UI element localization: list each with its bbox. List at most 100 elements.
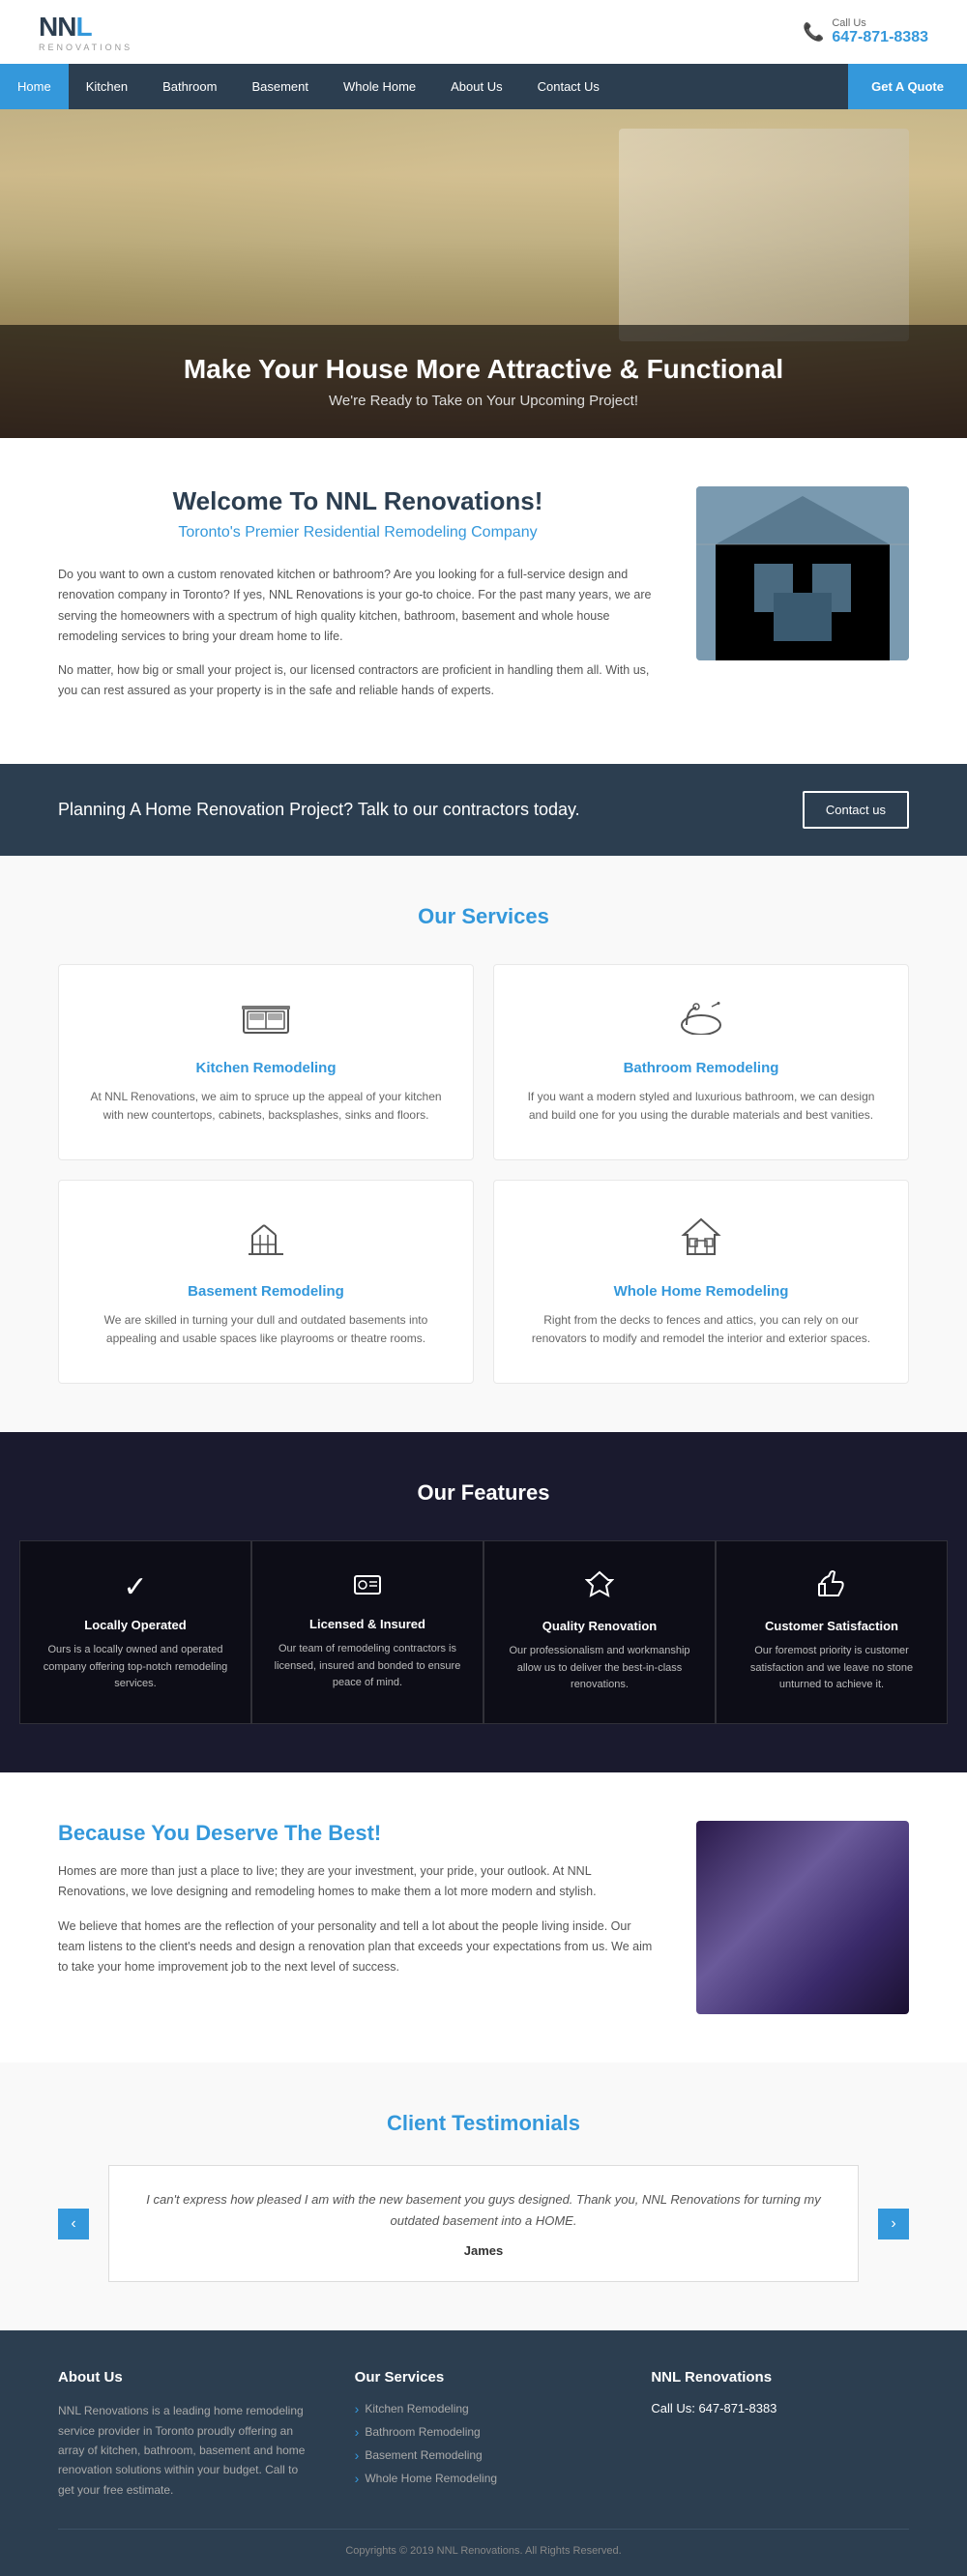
bathroom-desc: If you want a modern styled and luxuriou… [523,1088,879,1125]
footer-link-whole-home[interactable]: Whole Home Remodeling [355,2471,613,2486]
feature-licensed: Licensed & Insured Our team of remodelin… [251,1540,484,1724]
services-section: Our Services Kitchen Remodeling At NNL R… [0,856,967,1433]
kitchen-title: Kitchen Remodeling [88,1060,444,1076]
footer: About Us NNL Renovations is a leading ho… [0,2330,967,2576]
nav-home[interactable]: Home [0,64,69,109]
deserve-text: Because You Deserve The Best! Homes are … [58,1821,658,1991]
hero-title: Make Your House More Attractive & Functi… [39,354,928,385]
contact-us-button[interactable]: Contact us [803,791,909,829]
call-label: Call Us [832,17,928,29]
feature-locally-operated: ✓ Locally Operated Ours is a locally own… [19,1540,251,1724]
footer-link-basement[interactable]: Basement Remodeling [355,2447,613,2463]
feature-satisfaction: Customer Satisfaction Our foremost prior… [716,1540,948,1724]
feature-satisfaction-title: Customer Satisfaction [736,1619,927,1633]
nav-kitchen[interactable]: Kitchen [69,64,145,109]
deserve-para-2: We believe that homes are the reflection… [58,1917,658,1978]
phone-icon: 📞 [803,22,824,43]
welcome-image [696,486,909,660]
feature-licensed-title: Licensed & Insured [272,1617,463,1631]
logo-text: NNL [39,12,132,43]
welcome-section: Welcome To NNL Renovations! Toronto's Pr… [0,438,967,764]
get-quote-button[interactable]: Get A Quote [848,64,967,109]
service-whole-home: Whole Home Remodeling Right from the dec… [493,1180,909,1384]
quality-icon [504,1570,695,1605]
hero-subtitle: We're Ready to Take on Your Upcoming Pro… [39,393,928,409]
basement-desc: We are skilled in turning your dull and … [88,1311,444,1348]
interior-image [696,1821,909,2014]
features-section: Our Features ✓ Locally Operated Ours is … [0,1432,967,1772]
testimonials-title: Client Testimonials [58,2111,909,2136]
whole-home-title: Whole Home Remodeling [523,1283,879,1300]
footer-contact-title: NNL Renovations [651,2369,909,2386]
building-image [696,486,909,660]
testimonial-name: James [138,2243,829,2258]
copyright-text: Copyrights © 2019 NNL Renovations. All R… [58,2545,909,2557]
nav-bathroom[interactable]: Bathroom [145,64,234,109]
testimonial-wrapper: ‹ I can't express how pleased I am with … [58,2165,909,2282]
kitchen-icon [88,1000,444,1044]
call-number: 647-871-8383 [832,29,928,46]
feature-locally-title: Locally Operated [40,1618,231,1632]
service-bathroom: Bathroom Remodeling If you want a modern… [493,964,909,1160]
footer-link-bathroom[interactable]: Bathroom Remodeling [355,2424,613,2440]
testimonial-card: I can't express how pleased I am with th… [108,2165,859,2282]
testimonial-text: I can't express how pleased I am with th… [138,2189,829,2232]
main-nav: Home Kitchen Bathroom Basement Whole Hom… [0,64,967,109]
testimonials-section: Client Testimonials ‹ I can't express ho… [0,2063,967,2330]
thumbsup-icon [736,1570,927,1605]
bathroom-icon [523,1000,879,1044]
footer-grid: About Us NNL Renovations is a leading ho… [58,2369,909,2500]
feature-satisfaction-desc: Our foremost priority is customer satisf… [736,1643,927,1694]
nav-whole-home[interactable]: Whole Home [326,64,433,109]
welcome-text: Welcome To NNL Renovations! Toronto's Pr… [58,486,658,716]
nav-basement[interactable]: Basement [234,64,326,109]
footer-link-kitchen[interactable]: Kitchen Remodeling [355,2401,613,2416]
deserve-title: Because You Deserve The Best! [58,1821,658,1846]
next-testimonial-button[interactable]: › [878,2209,909,2239]
feature-quality-title: Quality Renovation [504,1619,695,1633]
footer-services-col: Our Services Kitchen Remodeling Bathroom… [355,2369,613,2500]
deserve-para-1: Homes are more than just a place to live… [58,1861,658,1903]
welcome-title: Welcome To NNL Renovations! [58,486,658,516]
footer-services-title: Our Services [355,2369,613,2386]
call-area: 📞 Call Us 647-871-8383 [803,17,928,46]
footer-about-col: About Us NNL Renovations is a leading ho… [58,2369,316,2500]
footer-phone: Call Us: 647-871-8383 [651,2401,909,2415]
licensed-icon [272,1570,463,1603]
features-title: Our Features [0,1480,967,1506]
logo: NNL RENOVATIONS [39,12,132,52]
basement-icon [88,1215,444,1268]
feature-quality-desc: Our professionalism and workmanship allo… [504,1643,695,1694]
top-header: NNL RENOVATIONS 📞 Call Us 647-871-8383 [0,0,967,64]
footer-about-title: About Us [58,2369,316,2386]
cta-banner: Planning A Home Renovation Project? Talk… [0,764,967,856]
footer-contact-col: NNL Renovations Call Us: 647-871-8383 [651,2369,909,2500]
service-kitchen: Kitchen Remodeling At NNL Renovations, w… [58,964,474,1160]
nav-contact[interactable]: Contact Us [520,64,617,109]
welcome-para-2: No matter, how big or small your project… [58,660,658,702]
whole-home-icon [523,1215,879,1268]
whole-home-desc: Right from the decks to fences and attic… [523,1311,879,1348]
cta-text: Planning A Home Renovation Project? Talk… [58,800,580,820]
prev-testimonial-button[interactable]: ‹ [58,2209,89,2239]
nav-about[interactable]: About Us [433,64,519,109]
feature-locally-desc: Ours is a locally owned and operated com… [40,1642,231,1693]
footer-about-text: NNL Renovations is a leading home remode… [58,2401,316,2500]
logo-sub: RENOVATIONS [39,43,132,52]
kitchen-desc: At NNL Renovations, we aim to spruce up … [88,1088,444,1125]
features-grid: ✓ Locally Operated Ours is a locally own… [0,1540,967,1724]
bathroom-title: Bathroom Remodeling [523,1060,879,1076]
feature-licensed-desc: Our team of remodeling contractors is li… [272,1641,463,1692]
hero-overlay: Make Your House More Attractive & Functi… [0,325,967,438]
services-grid: Kitchen Remodeling At NNL Renovations, w… [58,964,909,1385]
nav-links: Home Kitchen Bathroom Basement Whole Hom… [0,64,848,109]
deserve-image [696,1821,909,2014]
welcome-subtitle: Toronto's Premier Residential Remodeling… [58,524,658,542]
basement-title: Basement Remodeling [88,1283,444,1300]
service-basement: Basement Remodeling We are skilled in tu… [58,1180,474,1384]
services-title: Our Services [58,904,909,929]
feature-quality: Quality Renovation Our professionalism a… [484,1540,716,1724]
deserve-section: Because You Deserve The Best! Homes are … [0,1772,967,2063]
check-icon: ✓ [40,1570,231,1604]
welcome-para-1: Do you want to own a custom renovated ki… [58,565,658,647]
